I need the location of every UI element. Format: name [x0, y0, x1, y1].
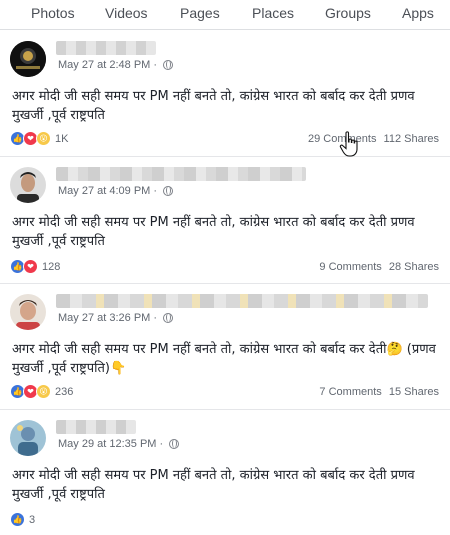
globe-icon — [163, 60, 173, 70]
hand-pointer-icon — [339, 131, 361, 157]
reaction-summary[interactable]: 👍 ❤ 128 — [10, 259, 60, 274]
shares-count[interactable]: 15 Shares — [389, 386, 439, 398]
post-card: May 27 at 3:26 PM · अगर मोदी जी सही समय … — [0, 284, 450, 410]
reaction-count[interactable]: 128 — [42, 261, 60, 273]
post-timestamp[interactable]: May 29 at 12:35 PM — [58, 438, 156, 450]
tab-videos[interactable]: Videos — [105, 5, 148, 21]
reaction-count[interactable]: 1K — [55, 133, 68, 145]
post-meta: May 27 at 2:48 PM · — [58, 59, 173, 71]
post-meta: May 27 at 4:09 PM · — [58, 185, 173, 197]
engagement-counts: 29 Comments 112 Shares — [308, 133, 439, 145]
reaction-count[interactable]: 236 — [55, 386, 73, 398]
post-text: अगर मोदी जी सही समय पर PM नहीं बनते तो, … — [12, 89, 415, 123]
globe-icon — [163, 186, 173, 196]
reaction-summary[interactable]: 👍 3 — [10, 512, 35, 527]
author-name-blurred[interactable] — [56, 41, 156, 55]
tab-photos[interactable]: Photos — [31, 5, 75, 21]
filter-tab-bar: Photos Videos Pages Places Groups Apps — [0, 0, 450, 30]
reaction-summary[interactable]: 👍 ❤ 😮 236 — [10, 384, 73, 399]
reaction-summary[interactable]: 👍 ❤ 😮 1K — [10, 131, 68, 146]
author-avatar[interactable] — [10, 420, 46, 456]
post-text: अगर मोदी जी सही समय पर PM नहीं बनते तो, … — [12, 215, 415, 249]
post-card: May 27 at 4:09 PM · अगर मोदी जी सही समय … — [0, 157, 450, 284]
reaction-count[interactable]: 3 — [29, 514, 35, 526]
post-timestamp[interactable]: May 27 at 2:48 PM — [58, 59, 150, 71]
author-name-blurred[interactable] — [56, 167, 306, 181]
globe-icon — [163, 313, 173, 323]
tab-groups[interactable]: Groups — [325, 5, 371, 21]
post-card: May 27 at 2:48 PM · अगर मोदी जी सही समय … — [0, 31, 450, 157]
tab-apps[interactable]: Apps — [402, 5, 434, 21]
shares-count[interactable]: 28 Shares — [389, 261, 439, 273]
tab-places[interactable]: Places — [252, 5, 294, 21]
shares-count[interactable]: 112 Shares — [384, 133, 439, 145]
author-name-blurred[interactable] — [56, 420, 136, 434]
author-avatar[interactable] — [10, 294, 46, 330]
comments-count[interactable]: 9 Comments — [319, 261, 381, 273]
post-meta: May 27 at 3:26 PM · — [58, 312, 173, 324]
engagement-counts: 7 Comments 15 Shares — [319, 386, 439, 398]
post-card: May 29 at 12:35 PM · अगर मोदी जी सही समय… — [0, 410, 450, 535]
globe-icon — [169, 439, 180, 449]
post-meta: May 29 at 12:35 PM · — [58, 438, 180, 450]
post-text: अगर मोदी जी सही समय पर PM नहीं बनते तो, … — [12, 342, 436, 376]
thumbs-up-icon: 👍 — [10, 512, 25, 527]
wow-face-icon: 😮 — [36, 384, 51, 399]
wow-face-icon: 😮 — [36, 131, 51, 146]
post-timestamp[interactable]: May 27 at 3:26 PM — [58, 312, 150, 324]
engagement-counts: 9 Comments 28 Shares — [319, 261, 439, 273]
heart-icon: ❤ — [23, 259, 38, 274]
author-name-blurred[interactable] — [56, 294, 428, 308]
post-text: अगर मोदी जी सही समय पर PM नहीं बनते तो, … — [12, 468, 415, 502]
author-avatar[interactable] — [10, 167, 46, 203]
comments-count[interactable]: 7 Comments — [319, 386, 381, 398]
post-timestamp[interactable]: May 27 at 4:09 PM — [58, 185, 150, 197]
author-avatar[interactable] — [10, 41, 46, 77]
tab-pages[interactable]: Pages — [180, 5, 220, 21]
